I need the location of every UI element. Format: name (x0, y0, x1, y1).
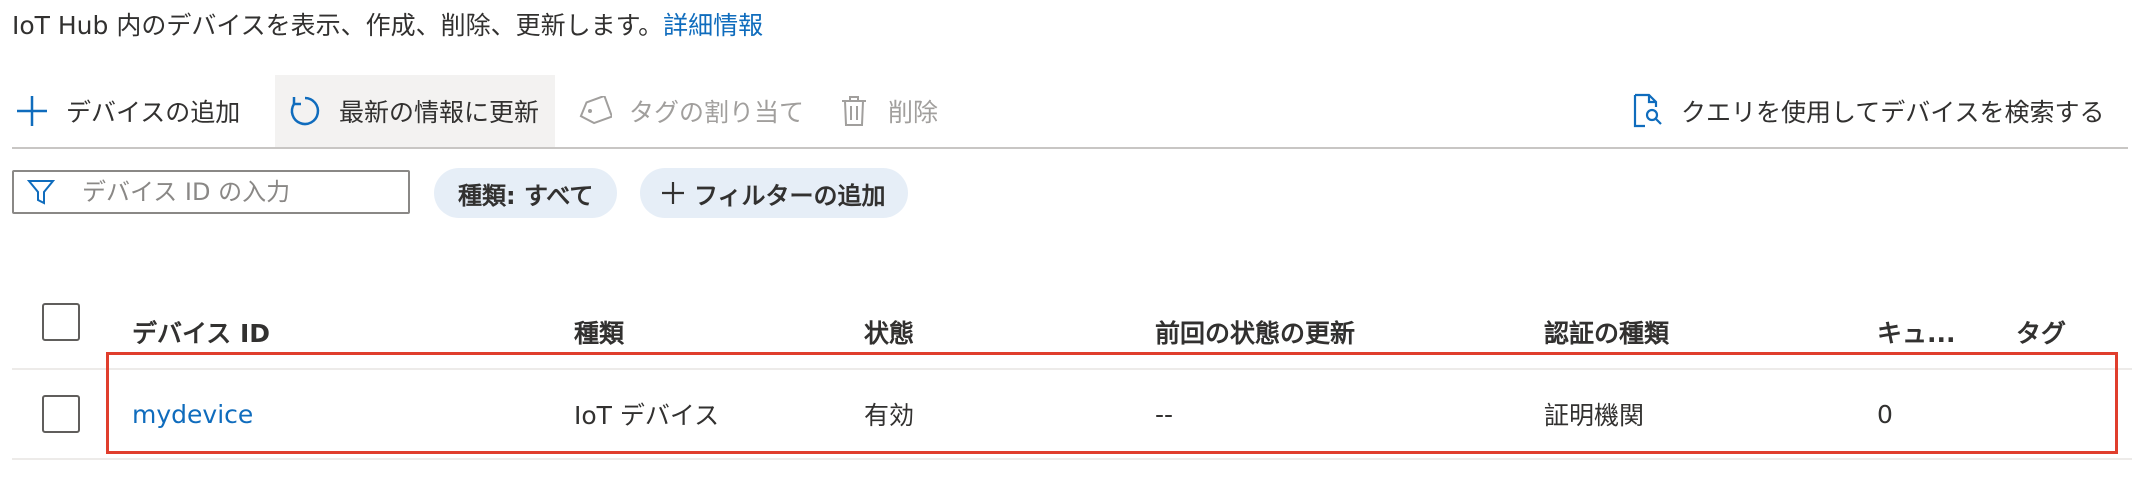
trash-icon (834, 91, 874, 131)
row-checkbox[interactable] (42, 395, 80, 433)
device-id-link[interactable]: mydevice (132, 400, 253, 429)
column-header-auth-type[interactable]: 認証の種類 (1544, 296, 1669, 368)
device-id-input[interactable] (82, 178, 382, 206)
auth-type-cell: 証明機関 (1544, 401, 1645, 430)
device-status-cell: 有効 (864, 401, 915, 430)
learn-more-link[interactable]: 詳細情報 (663, 11, 763, 40)
column-header-status[interactable]: 状態 (864, 296, 914, 368)
table-header-row: デバイス ID 種類 状態 前回の状態の更新 認証の種類 キュ... タグ (12, 296, 2132, 370)
plus-icon (660, 180, 686, 206)
delete-label: 削除 (888, 98, 939, 127)
add-device-label: デバイスの追加 (66, 98, 241, 127)
refresh-label: 最新の情報に更新 (339, 98, 540, 127)
add-filter-button[interactable]: フィルターの追加 (640, 168, 908, 218)
document-search-icon (1627, 91, 1667, 131)
tag-icon (575, 91, 615, 131)
query-devices-label: クエリを使用してデバイスを検索する (1681, 98, 2105, 127)
refresh-button[interactable]: 最新の情報に更新 (275, 75, 556, 147)
column-header-last-status-update[interactable]: 前回の状態の更新 (1155, 296, 1355, 368)
command-bar: デバイスの追加 最新の情報に更新 タグの割り当て 削除 クエリを使用してデバイス… (12, 75, 2136, 149)
intro-description: IoT Hub 内のデバイスを表示、作成、削除、更新します。 (12, 11, 664, 40)
toolbar-divider (12, 147, 2128, 149)
assign-tags-button[interactable]: タグの割り当て (575, 75, 804, 147)
filter-icon (26, 177, 56, 207)
devices-table: デバイス ID 種類 状態 前回の状態の更新 認証の種類 キュ... タグ my… (12, 296, 2132, 460)
device-id-filter[interactable] (12, 170, 410, 214)
type-filter-label: 種類: すべて (458, 181, 594, 210)
delete-button[interactable]: 削除 (834, 75, 938, 147)
type-filter-pill[interactable]: 種類: すべて (434, 168, 618, 218)
device-type-cell: IoT デバイス (574, 401, 720, 430)
refresh-icon (285, 91, 325, 131)
assign-tags-label: タグの割り当て (629, 98, 805, 127)
column-header-tags[interactable]: タグ (2016, 296, 2066, 368)
column-header-type[interactable]: 種類 (574, 296, 624, 368)
queue-count-cell: 0 (1877, 399, 1893, 429)
add-device-button[interactable]: デバイスの追加 (12, 75, 240, 147)
table-row[interactable]: mydevice IoT デバイス 有効 -- 証明機関 0 (12, 370, 2132, 460)
query-devices-button[interactable]: クエリを使用してデバイスを検索する (1627, 75, 2105, 147)
select-all-checkbox[interactable] (42, 303, 80, 341)
column-header-queue[interactable]: キュ... (1877, 296, 1956, 368)
add-filter-label: フィルターの追加 (694, 181, 886, 210)
last-status-update-cell: -- (1155, 399, 1174, 429)
intro-text: IoT Hub 内のデバイスを表示、作成、削除、更新します。詳細情報 (12, 6, 763, 46)
column-header-device-id[interactable]: デバイス ID (132, 296, 270, 368)
plus-icon (12, 91, 52, 131)
